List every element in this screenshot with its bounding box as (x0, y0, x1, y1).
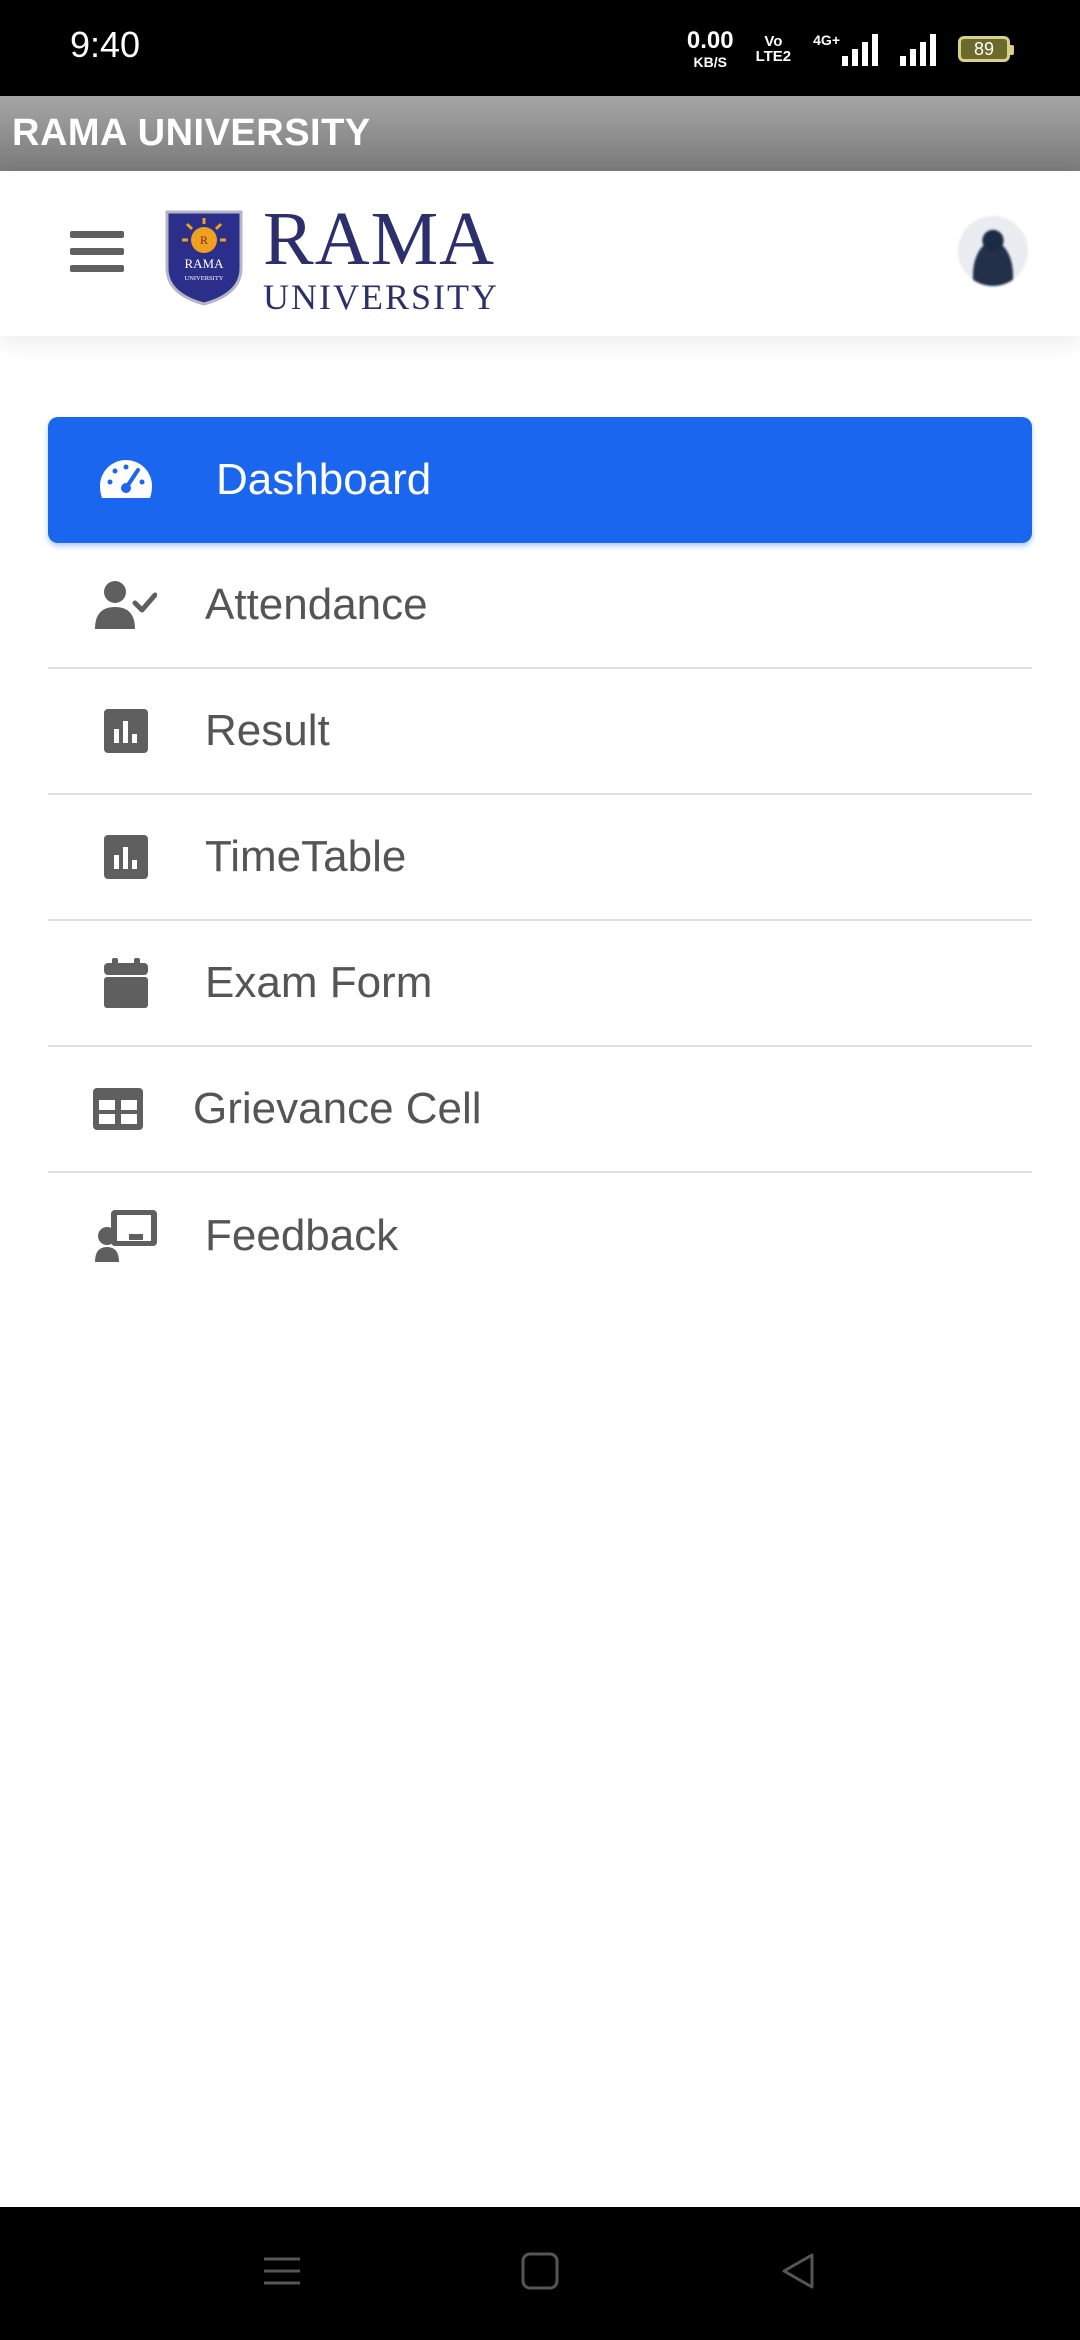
logo-main-text: RAMA (263, 197, 496, 281)
header: R RAMA UNIVERSITY RAMA UNIVERSITY (0, 171, 1080, 336)
menu-item-feedback[interactable]: Feedback (48, 1173, 1032, 1299)
app-title-bar: RAMA UNIVERSITY (0, 96, 1080, 171)
menu-item-label: Grievance Cell (193, 1084, 482, 1133)
status-time: 9:40 (70, 24, 141, 65)
sidebar-menu: Dashboard Attendance Result TimeTable Ex… (48, 417, 1032, 1299)
menu-item-dashboard[interactable]: Dashboard (48, 417, 1032, 543)
home-square-icon[interactable] (520, 2251, 560, 2291)
calendar-icon (94, 951, 158, 1015)
bar-chart-icon (94, 825, 158, 889)
recent-apps-menu-icon[interactable] (262, 2251, 302, 2291)
user-check-icon (94, 573, 158, 637)
app-title: RAMA UNIVERSITY (12, 112, 371, 154)
battery-icon: 89 (958, 36, 1014, 62)
menu-item-attendance[interactable]: Attendance (48, 543, 1032, 669)
menu-item-label: Feedback (205, 1211, 399, 1260)
chalkboard-teacher-icon (94, 1204, 158, 1268)
menu-item-label: TimeTable (205, 832, 407, 881)
speedometer-icon (94, 448, 158, 512)
hamburger-menu-icon[interactable] (70, 231, 124, 279)
volte-line1: Vo (764, 33, 783, 50)
user-avatar[interactable] (958, 216, 1028, 286)
svg-text:R: R (200, 233, 208, 247)
university-logo[interactable]: R RAMA UNIVERSITY RAMA UNIVERSITY (165, 201, 499, 315)
bar-chart-icon (94, 699, 158, 763)
menu-item-label: Result (205, 706, 330, 755)
system-navigation-bar (0, 2207, 1080, 2340)
network-speed-unit: KB/S (693, 54, 727, 70)
emblem-text: RAMA (184, 256, 224, 271)
battery-level: 89 (973, 38, 995, 59)
emblem-subtext: UNIVERSITY (185, 275, 224, 282)
volte-line2: LTE2 (755, 48, 792, 65)
volte-icon: Vo LTE2 (756, 34, 792, 64)
status-bar: 9:40 0.00 KB/S Vo LTE2 4G+ 89 (0, 0, 1080, 96)
menu-item-grievance-cell[interactable]: Grievance Cell (48, 1047, 1032, 1173)
menu-item-label: Dashboard (216, 455, 432, 504)
signal-sim2-icon (900, 32, 936, 66)
status-icons: 0.00 KB/S Vo LTE2 4G+ 89 (686, 26, 1014, 72)
back-triangle-icon[interactable] (778, 2251, 818, 2291)
menu-item-timetable[interactable]: TimeTable (48, 795, 1032, 921)
logo-sub-text: UNIVERSITY (263, 277, 499, 317)
menu-item-label: Exam Form (205, 958, 433, 1007)
menu-item-exam-form[interactable]: Exam Form (48, 921, 1032, 1047)
network-speed: 0.00 KB/S (686, 27, 734, 70)
menu-item-result[interactable]: Result (48, 669, 1032, 795)
university-emblem-icon: R RAMA UNIVERSITY (165, 210, 243, 306)
network-speed-value: 0.00 (686, 27, 734, 54)
table-icon (86, 1077, 150, 1141)
signal-sim1-icon: 4G+ (813, 32, 878, 66)
menu-item-label: Attendance (205, 580, 428, 629)
network-type: 4G+ (813, 32, 840, 48)
